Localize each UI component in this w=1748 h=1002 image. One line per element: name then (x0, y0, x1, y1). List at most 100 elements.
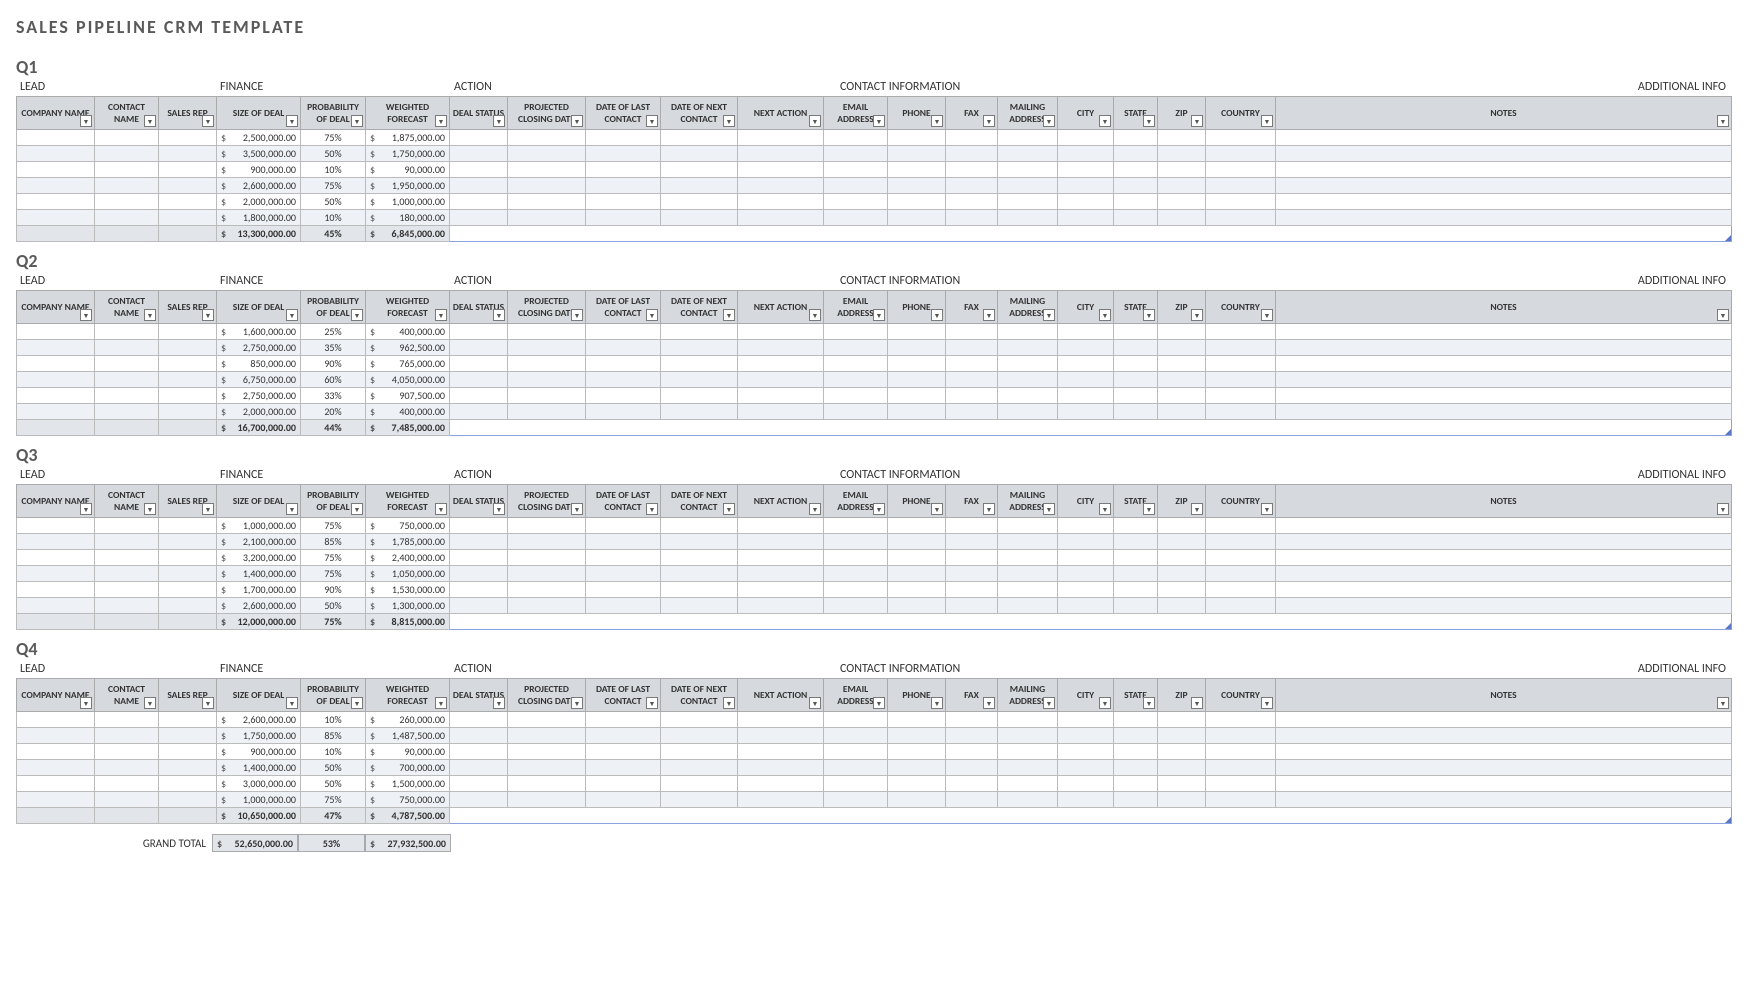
empty-cell[interactable] (824, 566, 888, 582)
empty-cell[interactable] (1114, 130, 1158, 146)
empty-cell[interactable] (738, 178, 824, 194)
empty-cell[interactable] (1058, 582, 1114, 598)
empty-cell[interactable] (738, 566, 824, 582)
empty-cell[interactable] (888, 582, 946, 598)
subtotal-notes[interactable] (450, 808, 1732, 824)
filter-dropdown-icon[interactable] (931, 115, 943, 127)
empty-cell[interactable] (1158, 340, 1206, 356)
filter-dropdown-icon[interactable] (80, 309, 92, 321)
empty-cell[interactable] (661, 728, 738, 744)
empty-cell[interactable] (946, 372, 998, 388)
money-cell[interactable]: $2,000,000.00 (217, 404, 301, 420)
empty-cell[interactable] (17, 356, 95, 372)
column-header[interactable]: CITY (1058, 679, 1114, 712)
empty-cell[interactable] (450, 340, 508, 356)
empty-cell[interactable] (888, 404, 946, 420)
empty-cell[interactable] (661, 130, 738, 146)
percent-cell[interactable]: 75% (301, 792, 366, 808)
empty-cell[interactable] (586, 210, 661, 226)
empty-cell[interactable] (1158, 130, 1206, 146)
filter-dropdown-icon[interactable] (1717, 697, 1729, 709)
empty-cell[interactable] (1276, 388, 1732, 404)
column-header[interactable]: PHONE (888, 97, 946, 130)
empty-cell[interactable] (998, 744, 1058, 760)
empty-cell[interactable] (998, 776, 1058, 792)
money-cell[interactable]: $1,400,000.00 (217, 566, 301, 582)
empty-cell[interactable] (450, 566, 508, 582)
percent-cell[interactable]: 20% (301, 404, 366, 420)
empty-cell[interactable] (508, 598, 586, 614)
empty-cell[interactable] (508, 162, 586, 178)
empty-cell[interactable] (17, 534, 95, 550)
money-cell[interactable]: $850,000.00 (217, 356, 301, 372)
empty-cell[interactable] (1276, 372, 1732, 388)
column-header[interactable]: SIZE OF DEAL (217, 97, 301, 130)
empty-cell[interactable] (508, 760, 586, 776)
empty-cell[interactable] (1158, 776, 1206, 792)
percent-cell[interactable]: 25% (301, 324, 366, 340)
empty-cell[interactable] (946, 582, 998, 598)
empty-cell[interactable] (1058, 760, 1114, 776)
empty-cell[interactable] (159, 420, 217, 436)
empty-cell[interactable] (998, 340, 1058, 356)
empty-cell[interactable] (1206, 324, 1276, 340)
filter-dropdown-icon[interactable] (80, 115, 92, 127)
empty-cell[interactable] (1158, 210, 1206, 226)
empty-cell[interactable] (1114, 776, 1158, 792)
empty-cell[interactable] (1058, 388, 1114, 404)
empty-cell[interactable] (95, 728, 159, 744)
empty-cell[interactable] (1276, 712, 1732, 728)
column-header[interactable]: CITY (1058, 485, 1114, 518)
empty-cell[interactable] (1276, 598, 1732, 614)
empty-cell[interactable] (1114, 760, 1158, 776)
empty-cell[interactable] (661, 210, 738, 226)
filter-dropdown-icon[interactable] (144, 503, 156, 515)
empty-cell[interactable] (888, 518, 946, 534)
empty-cell[interactable] (159, 728, 217, 744)
money-cell[interactable]: $1,700,000.00 (217, 582, 301, 598)
empty-cell[interactable] (586, 728, 661, 744)
money-cell[interactable]: $1,950,000.00 (366, 178, 450, 194)
empty-cell[interactable] (946, 776, 998, 792)
column-header[interactable]: WEIGHTED FORECAST (366, 97, 450, 130)
empty-cell[interactable] (824, 712, 888, 728)
empty-cell[interactable] (508, 146, 586, 162)
column-header[interactable]: DEAL STATUS (450, 97, 508, 130)
empty-cell[interactable] (95, 404, 159, 420)
column-header[interactable]: PROBABILITY OF DEAL (301, 679, 366, 712)
empty-cell[interactable] (946, 162, 998, 178)
empty-cell[interactable] (1114, 534, 1158, 550)
empty-cell[interactable] (946, 356, 998, 372)
empty-cell[interactable] (586, 404, 661, 420)
money-cell[interactable]: $90,000.00 (366, 162, 450, 178)
column-header[interactable]: COMPANY NAME (17, 679, 95, 712)
empty-cell[interactable] (998, 598, 1058, 614)
empty-cell[interactable] (17, 420, 95, 436)
empty-cell[interactable] (738, 404, 824, 420)
percent-cell[interactable]: 85% (301, 728, 366, 744)
empty-cell[interactable] (888, 178, 946, 194)
percent-cell[interactable]: 90% (301, 356, 366, 372)
filter-dropdown-icon[interactable] (351, 697, 363, 709)
empty-cell[interactable] (738, 550, 824, 566)
empty-cell[interactable] (824, 388, 888, 404)
empty-cell[interactable] (1058, 728, 1114, 744)
filter-dropdown-icon[interactable] (493, 115, 505, 127)
column-header[interactable]: DATE OF NEXT CONTACT (661, 97, 738, 130)
empty-cell[interactable] (946, 534, 998, 550)
column-header[interactable]: DATE OF NEXT CONTACT (661, 679, 738, 712)
empty-cell[interactable] (824, 404, 888, 420)
empty-cell[interactable] (95, 388, 159, 404)
empty-cell[interactable] (586, 388, 661, 404)
money-cell[interactable]: $700,000.00 (366, 760, 450, 776)
empty-cell[interactable] (1158, 744, 1206, 760)
column-header[interactable]: COUNTRY (1206, 679, 1276, 712)
column-header[interactable]: CITY (1058, 291, 1114, 324)
empty-cell[interactable] (17, 210, 95, 226)
column-header[interactable]: DEAL STATUS (450, 679, 508, 712)
empty-cell[interactable] (1206, 582, 1276, 598)
percent-cell[interactable]: 10% (301, 712, 366, 728)
column-header[interactable]: PROBABILITY OF DEAL (301, 97, 366, 130)
filter-dropdown-icon[interactable] (1099, 115, 1111, 127)
empty-cell[interactable] (1276, 178, 1732, 194)
